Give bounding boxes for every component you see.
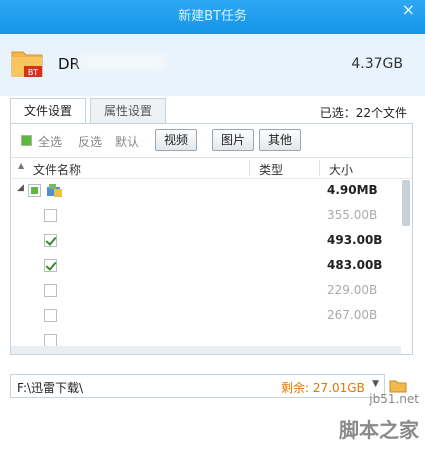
file-size: 267.00B <box>327 308 378 322</box>
file-size: 355.00B <box>327 208 378 222</box>
row-checkbox[interactable] <box>44 209 57 222</box>
file-size: 483.00B <box>327 258 383 272</box>
free-space-text: 剩余: 27.01GB <box>281 381 365 395</box>
bt-folder-icon: BT <box>11 51 43 77</box>
folder-tree-icon <box>47 184 62 197</box>
task-name: DR <box>58 55 80 73</box>
scrollbar-thumb[interactable] <box>402 180 410 226</box>
watermark: jb51.net 脚本之家 <box>275 390 425 452</box>
title-bar: 新建BT任务 × <box>0 0 425 34</box>
row-checkbox[interactable] <box>44 309 57 322</box>
tree-row-file[interactable]: 355.00B <box>11 203 399 228</box>
file-size: 4.90MB <box>327 183 378 197</box>
window-title: 新建BT任务 <box>178 9 247 24</box>
tab-file-settings[interactable]: 文件设置 <box>10 98 86 125</box>
browse-folder-icon[interactable] <box>389 378 407 393</box>
tree-row-root[interactable]: ◢ 4.90MB <box>11 178 399 203</box>
column-size[interactable]: 大小 <box>329 161 353 178</box>
sort-arrow-icon: ▲ <box>18 161 25 170</box>
watermark-name: 脚本之家 <box>339 418 419 442</box>
column-header: ▲ 文件名称 类型 大小 <box>11 157 412 179</box>
select-all-button[interactable]: 全选 <box>38 133 62 150</box>
save-path-field[interactable]: F:\迅雷下载\ 剩余: 27.01GB ▼ <box>10 374 385 398</box>
redacted-name <box>78 54 166 70</box>
row-checkbox[interactable] <box>44 259 57 272</box>
svg-text:BT: BT <box>28 68 38 77</box>
filter-video-button[interactable]: 视频 <box>155 129 197 151</box>
filter-other-button[interactable]: 其他 <box>259 129 301 151</box>
horizontal-scrollbar[interactable] <box>11 346 401 354</box>
selected-count: 已选：22个文件 <box>319 106 407 120</box>
collapse-arrow-icon[interactable]: ◢ <box>17 183 24 193</box>
column-name[interactable]: 文件名称 <box>33 161 81 178</box>
chevron-down-icon[interactable]: ▼ <box>372 379 379 389</box>
row-checkbox[interactable] <box>44 234 57 247</box>
filter-image-button[interactable]: 图片 <box>212 129 254 151</box>
tree-row-file[interactable]: 229.00B <box>11 278 399 303</box>
tree-row-file[interactable]: 483.00B <box>11 253 399 278</box>
row-checkbox[interactable] <box>28 184 41 197</box>
file-toolbar: 全选 反选 默认 视频 图片 其他 <box>11 124 412 156</box>
file-panel: 全选 反选 默认 视频 图片 其他 ▲ 文件名称 类型 大小 ◢ 4.90MB … <box>10 123 413 355</box>
file-size: 229.00B <box>327 283 378 297</box>
column-divider[interactable] <box>249 160 250 176</box>
row-checkbox[interactable] <box>44 284 57 297</box>
column-divider[interactable] <box>319 160 320 176</box>
total-size: 4.37GB <box>351 56 403 72</box>
tree-row-file[interactable]: 267.00B <box>11 303 399 328</box>
select-all-checkbox[interactable] <box>21 135 32 146</box>
tab-property-settings[interactable]: 属性设置 <box>90 98 166 124</box>
invert-selection-button[interactable]: 反选 <box>78 133 102 150</box>
file-size: 493.00B <box>327 233 383 247</box>
tree-row-file[interactable]: 493.00B <box>11 228 399 253</box>
column-type[interactable]: 类型 <box>259 161 283 178</box>
close-button[interactable]: × <box>402 0 415 20</box>
default-selection-button[interactable]: 默认 <box>115 133 139 150</box>
vertical-scrollbar[interactable] <box>402 178 410 349</box>
save-path-text[interactable]: F:\迅雷下载\ <box>17 379 83 396</box>
